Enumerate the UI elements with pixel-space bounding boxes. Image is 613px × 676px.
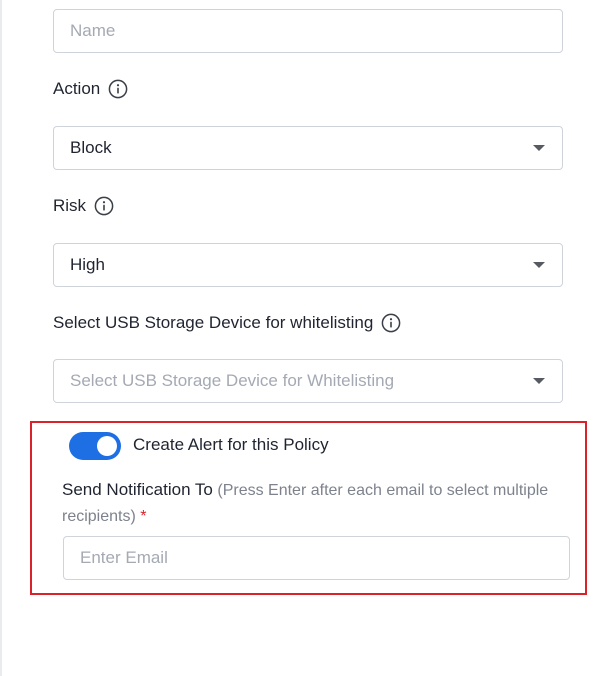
risk-label-text: Risk: [53, 196, 87, 215]
risk-select-value: High: [70, 255, 105, 274]
action-label: Action: [53, 79, 128, 99]
create-alert-label: Create Alert for this Policy: [133, 435, 329, 454]
panel-edge: [0, 0, 2, 676]
info-circle-icon[interactable]: [108, 79, 128, 99]
action-label-text: Action: [53, 79, 101, 98]
usb-label-text: Select USB Storage Device for whitelisti…: [53, 313, 374, 332]
usb-device-select[interactable]: Select USB Storage Device for Whitelisti…: [53, 359, 563, 403]
chevron-down-icon: [533, 145, 545, 151]
required-marker: *: [140, 508, 147, 525]
action-select[interactable]: Block: [53, 126, 563, 170]
email-input-placeholder: Enter Email: [80, 548, 168, 567]
email-input[interactable]: Enter Email: [63, 536, 570, 580]
usb-label: Select USB Storage Device for whitelisti…: [53, 313, 401, 333]
name-input-placeholder: Name: [70, 21, 116, 40]
chevron-down-icon: [533, 262, 545, 268]
send-notification-title: Send Notification To: [62, 480, 213, 499]
create-alert-toggle[interactable]: [69, 432, 121, 460]
risk-select[interactable]: High: [53, 243, 563, 287]
info-circle-icon[interactable]: [381, 313, 401, 333]
action-select-value: Block: [70, 138, 112, 157]
alert-section-highlight: Create Alert for this Policy Send Notifi…: [30, 421, 587, 595]
info-circle-icon[interactable]: [94, 196, 114, 216]
send-notification-label: Send Notification To (Press Enter after …: [62, 477, 562, 530]
chevron-down-icon: [533, 378, 545, 384]
usb-device-select-placeholder: Select USB Storage Device for Whitelisti…: [70, 371, 395, 390]
toggle-knob: [97, 436, 117, 456]
risk-label: Risk: [53, 196, 114, 216]
policy-form: Name Action Block Risk High Select USB S…: [0, 0, 613, 676]
name-input[interactable]: Name: [53, 9, 563, 53]
